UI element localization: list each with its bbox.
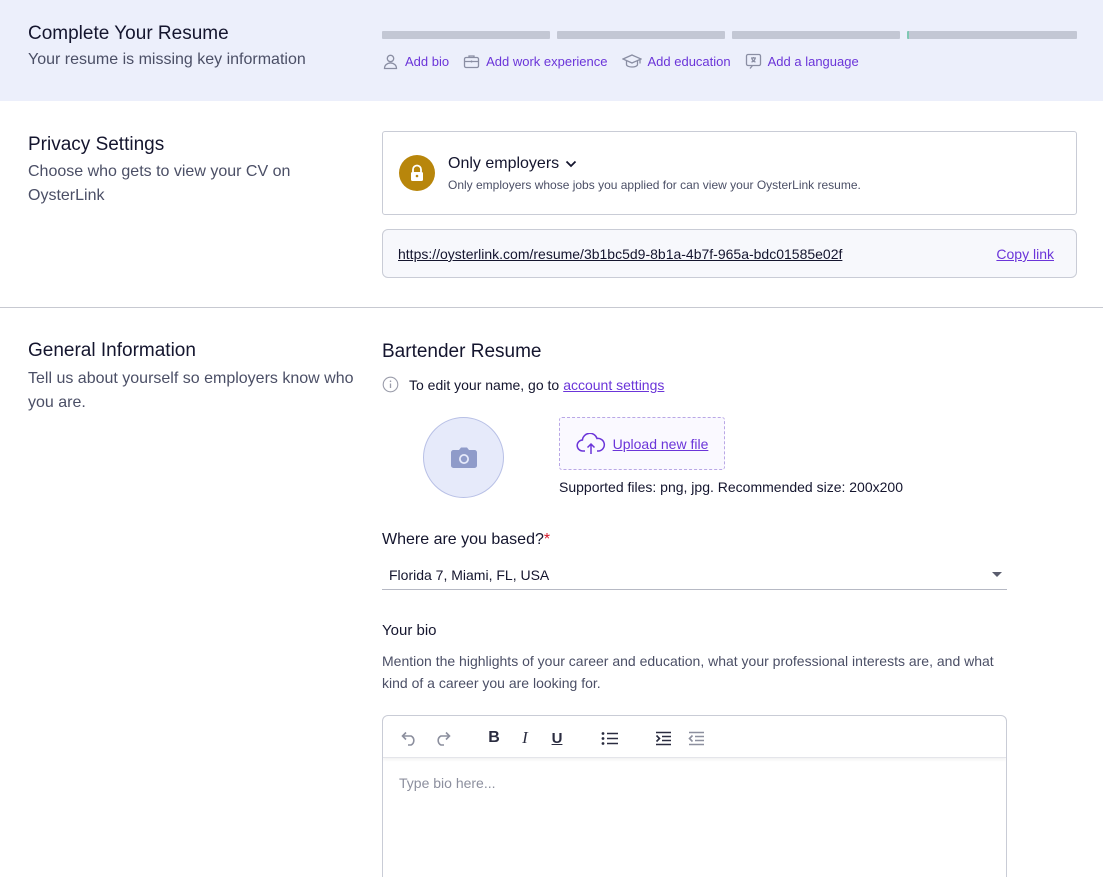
- location-label-text: Where are you based?: [382, 531, 544, 548]
- language-icon: [745, 53, 761, 69]
- resume-link-url[interactable]: https://oysterlink.com/resume/3b1bc5d9-8…: [398, 246, 842, 262]
- bullet-list-button[interactable]: [599, 727, 621, 749]
- progress-segment: [732, 31, 900, 39]
- location-value: Florida 7, Miami, FL, USA: [389, 567, 550, 583]
- copy-link-button[interactable]: Copy link: [996, 246, 1054, 262]
- progress-segment: [907, 31, 1077, 39]
- user-icon: [383, 54, 398, 70]
- bio-label: Your bio: [382, 622, 437, 639]
- redo-button[interactable]: [431, 727, 453, 749]
- briefcase-icon: [463, 55, 480, 69]
- bio-editor: B I U Type bio here...: [382, 715, 1007, 877]
- required-marker: *: [543, 531, 551, 548]
- dropdown-caret-icon: [992, 572, 1002, 577]
- profile-photo-avatar[interactable]: [423, 417, 504, 498]
- general-section-description: Tell us about yourself so employers know…: [28, 370, 354, 411]
- undo-button[interactable]: [398, 727, 420, 749]
- add-education-label: Add education: [647, 54, 731, 69]
- privacy-section-title: Privacy Settings: [28, 134, 165, 155]
- lock-icon: [411, 164, 423, 181]
- upload-new-file-label: Upload new file: [612, 435, 709, 452]
- add-work-experience-label: Add work experience: [486, 54, 608, 69]
- edit-name-note: To edit your name, go to account setting…: [382, 376, 664, 393]
- outdent-button[interactable]: [685, 727, 707, 749]
- graduation-cap-icon: [621, 54, 642, 68]
- bio-hint: Mention the highlights of your career an…: [382, 653, 994, 691]
- completion-banner: Complete Your Resume Your resume is miss…: [0, 0, 1103, 101]
- privacy-option-title: Only employers: [448, 155, 560, 172]
- privacy-visibility-dropdown[interactable]: Only employers: [448, 155, 577, 173]
- bullet-list-icon: [601, 731, 618, 745]
- progress-segment: [382, 31, 550, 39]
- add-language-label: Add a language: [767, 54, 859, 69]
- privacy-section-description: Choose who gets to view your CV on Oyste…: [28, 163, 291, 204]
- editor-toolbar: B I U: [383, 716, 1006, 758]
- completion-progress-bar: [382, 31, 1077, 39]
- account-settings-link[interactable]: account settings: [563, 377, 664, 393]
- chevron-down-icon: [566, 160, 577, 168]
- supported-files-note: Supported files: png, jpg. Recommended s…: [559, 479, 903, 495]
- location-label: Where are you based?*: [382, 531, 550, 549]
- banner-title: Complete Your Resume: [28, 23, 229, 44]
- cloud-upload-icon: [576, 432, 605, 454]
- camera-icon: [450, 447, 477, 468]
- banner-subtitle: Your resume is missing key information: [28, 51, 306, 68]
- privacy-option-card: Only employers Only employers whose jobs…: [382, 131, 1077, 215]
- outdent-icon: [687, 731, 704, 745]
- undo-icon: [400, 731, 415, 746]
- completion-steps: Add bio Add work experience Add educatio…: [382, 53, 873, 70]
- privacy-option-description: Only employers whose jobs you applied fo…: [448, 178, 861, 192]
- upload-new-file-button[interactable]: Upload new file: [559, 417, 725, 470]
- location-select[interactable]: Florida 7, Miami, FL, USA: [382, 560, 1007, 590]
- add-language-link[interactable]: Add a language: [745, 53, 859, 70]
- lock-badge: [399, 155, 435, 191]
- edit-name-text: To edit your name, go to: [409, 376, 560, 393]
- add-work-experience-link[interactable]: Add work experience: [463, 53, 608, 70]
- redo-icon: [436, 731, 451, 746]
- progress-segment: [557, 31, 725, 39]
- italic-button[interactable]: I: [514, 727, 536, 749]
- add-bio-link[interactable]: Add bio: [382, 53, 449, 70]
- resume-title: Bartender Resume: [382, 341, 542, 362]
- bold-button[interactable]: B: [483, 727, 505, 749]
- info-icon: [382, 376, 399, 393]
- section-divider: [0, 307, 1103, 308]
- resume-link-box: https://oysterlink.com/resume/3b1bc5d9-8…: [382, 229, 1077, 278]
- indent-icon: [655, 731, 671, 745]
- underline-button[interactable]: U: [546, 727, 568, 749]
- general-section-title: General Information: [28, 340, 196, 361]
- indent-button[interactable]: [652, 727, 674, 749]
- add-education-link[interactable]: Add education: [621, 53, 731, 70]
- bio-textarea[interactable]: Type bio here...: [399, 775, 496, 791]
- add-bio-label: Add bio: [405, 54, 450, 69]
